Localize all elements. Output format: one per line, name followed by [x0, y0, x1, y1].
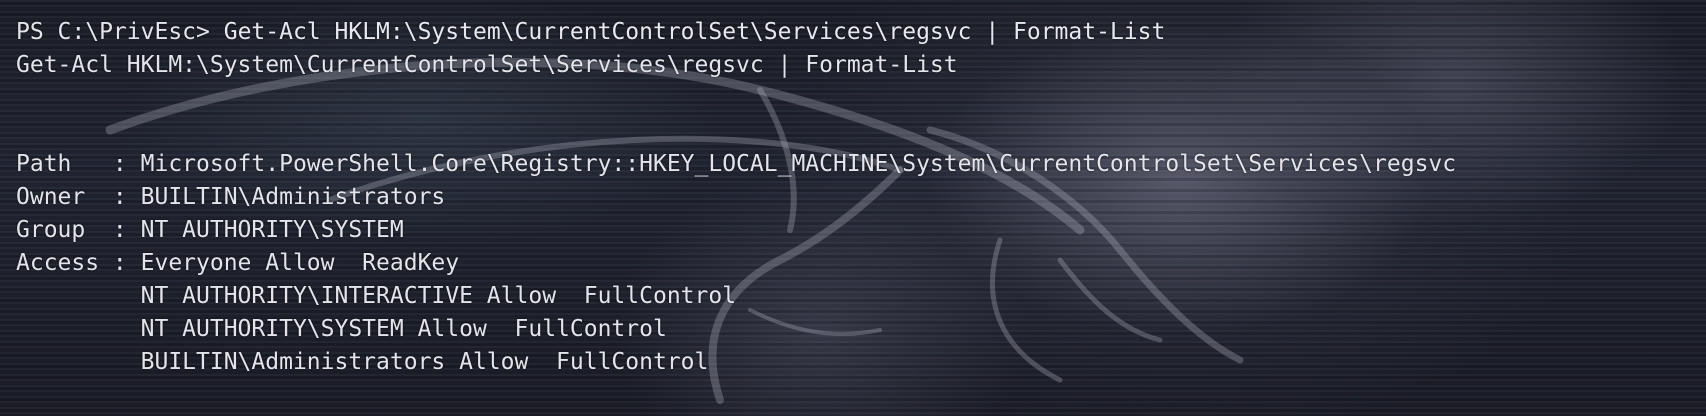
command-line: PS C:\PrivEsc> Get-Acl HKLM:\System\Curr…: [16, 16, 1456, 49]
acl-access-line: NT AUTHORITY\SYSTEM Allow FullControl: [16, 316, 667, 342]
prompt: PS C:\PrivEsc>: [16, 19, 224, 45]
acl-path-line: Path : Microsoft.PowerShell.Core\Registr…: [16, 151, 1457, 177]
acl-access-line: NT AUTHORITY\INTERACTIVE Allow FullContr…: [16, 283, 737, 309]
terminal-window[interactable]: PS C:\PrivEsc> Get-Acl HKLM:\System\Curr…: [0, 0, 1706, 416]
terminal-output[interactable]: PS C:\PrivEsc> Get-Acl HKLM:\System\Curr…: [16, 16, 1456, 379]
acl-access-line: Access : Everyone Allow ReadKey: [16, 250, 460, 276]
acl-owner-line: Owner : BUILTIN\Administrators: [16, 184, 446, 210]
acl-group-line: Group : NT AUTHORITY\SYSTEM: [16, 217, 404, 243]
command-text: Get-Acl HKLM:\System\CurrentControlSet\S…: [223, 19, 1166, 45]
command-echo: Get-Acl HKLM:\System\CurrentControlSet\S…: [16, 52, 958, 78]
acl-access-line: BUILTIN\Administrators Allow FullControl: [16, 349, 709, 375]
